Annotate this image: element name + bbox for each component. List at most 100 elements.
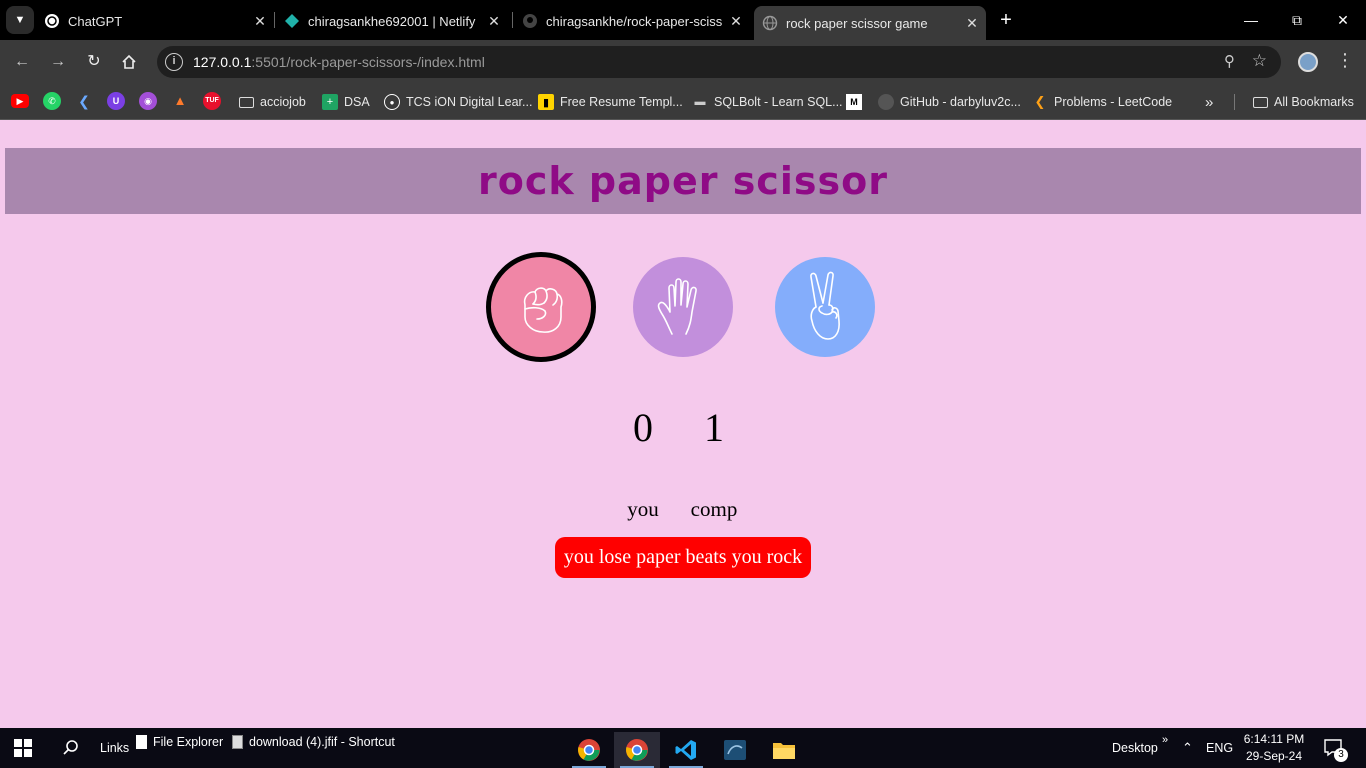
bookmark-tcs[interactable]: ● TCS iON Digital Lear... [384, 92, 532, 112]
reload-button[interactable]: ↻ [82, 50, 106, 74]
site-info-icon[interactable]: i [165, 53, 183, 71]
resume-icon: ▮ [538, 94, 554, 110]
choice-rock[interactable] [486, 252, 596, 362]
taskbar-file-explorer[interactable] [761, 732, 807, 768]
image-file-icon [232, 735, 243, 749]
tab-chatgpt[interactable]: ChatGPT ✕ [44, 6, 268, 36]
close-icon[interactable]: ✕ [728, 13, 744, 30]
close-window-button[interactable]: ✕ [1328, 8, 1358, 32]
minimize-icon: — [1244, 12, 1258, 28]
globe-icon [762, 15, 778, 31]
address-bar[interactable]: i 127.0.0.1:5501/rock-paper-scissors-/in… [157, 46, 1281, 78]
home-icon [122, 54, 136, 69]
tab-netlify[interactable]: chiragsankhe692001 | Netlify ✕ [284, 6, 502, 36]
close-icon[interactable]: ✕ [486, 13, 502, 30]
github-icon [522, 13, 538, 29]
medium-icon: M [846, 94, 862, 110]
chrome-icon [578, 739, 600, 761]
bookmark-medium[interactable]: M [846, 92, 868, 112]
all-bookmarks-button[interactable]: All Bookmarks [1252, 92, 1354, 112]
arrow-left-icon: ← [14, 53, 30, 70]
system-clock[interactable]: 6:14:11 PM 29-Sep-24 [1238, 731, 1310, 765]
zoom-icon[interactable]: ⚲ [1224, 52, 1235, 70]
bookmark-resume[interactable]: ▮ Free Resume Templ... [538, 92, 683, 112]
profile-avatar[interactable] [1298, 52, 1318, 72]
restore-icon: ⧉ [1292, 12, 1302, 28]
open-hand-icon [657, 278, 697, 335]
bookmark-label: GitHub - darbyluv2c... [900, 95, 1021, 109]
folder-icon [773, 743, 795, 759]
file-explorer-shortcut[interactable]: File Explorer [136, 722, 223, 762]
taskbar-mysql[interactable] [712, 732, 758, 768]
url-path: :5501/rock-paper-scissors-/index.html [251, 54, 485, 70]
mysql-workbench-icon [724, 740, 746, 760]
windows-taskbar: Links File Explorer download (4).jfif - … [0, 728, 1366, 768]
bookmark-label: Free Resume Templ... [560, 95, 683, 109]
bookmark-github[interactable]: GitHub - darbyluv2c... [878, 92, 1021, 112]
chatgpt-icon [44, 13, 60, 29]
more-bookmarks-button[interactable]: » [1205, 92, 1213, 112]
restore-button[interactable]: ⧉ [1282, 8, 1312, 32]
taskbar-vscode[interactable] [663, 732, 709, 768]
desktop-toolbar-expand[interactable]: » [1162, 720, 1168, 760]
close-icon: ✕ [1337, 12, 1349, 28]
user-score: 0 [633, 405, 653, 450]
bookmark-star-icon[interactable]: ☆ [1252, 51, 1267, 71]
choice-paper[interactable] [633, 257, 733, 357]
desktop-toolbar[interactable]: Desktop [1112, 728, 1158, 768]
tcs-icon: ● [384, 94, 400, 110]
download-shortcut[interactable]: download (4).jfif - Shortcut [232, 722, 395, 762]
bookmark-acciojob[interactable]: acciojob [238, 92, 306, 112]
home-button[interactable] [117, 50, 141, 74]
close-icon[interactable]: ✕ [252, 13, 268, 30]
tuf-icon[interactable]: TUF [203, 92, 221, 110]
k-icon[interactable]: ❮ [75, 92, 93, 110]
file-explorer-label: File Explorer [153, 735, 224, 749]
whatsapp-icon[interactable]: ✆ [43, 92, 61, 110]
taskbar-chrome-active[interactable] [614, 732, 660, 768]
bookmark-dsa[interactable]: + DSA [322, 92, 370, 112]
show-hidden-icons[interactable]: ⌃ [1182, 728, 1193, 768]
pepcoding-icon[interactable]: ▲ [171, 92, 189, 110]
search-button[interactable] [62, 728, 80, 768]
folder-icon [1252, 94, 1268, 110]
page-viewport: rock paper scissor 0 1 you comp you lose… [0, 121, 1366, 728]
tab-search-button[interactable]: ▼ [6, 6, 34, 34]
tab-title: chiragsankhe692001 | Netlify [308, 13, 476, 29]
url-text[interactable]: 127.0.0.1:5501/rock-paper-scissors-/inde… [193, 54, 485, 70]
tab-separator [274, 12, 275, 28]
start-button[interactable] [14, 728, 32, 768]
victory-hand-icon [810, 271, 840, 340]
u-icon[interactable]: U [107, 92, 125, 110]
new-tab-button[interactable]: + [996, 8, 1016, 32]
bookmark-leetcode[interactable]: ❮ Problems - LeetCode [1032, 92, 1173, 112]
close-icon[interactable]: ✕ [964, 15, 980, 32]
bookmark-label: SQLBolt - Learn SQL... [714, 95, 843, 109]
chevron-double-right-icon: » [1205, 93, 1214, 111]
search-icon [63, 740, 78, 755]
taskbar-chrome[interactable] [566, 732, 612, 768]
links-toolbar[interactable]: Links [100, 728, 129, 768]
tab-separator [512, 12, 513, 28]
choice-scissor[interactable] [775, 257, 875, 357]
database-icon: ▬ [694, 96, 706, 108]
code-icon[interactable]: ◉ [139, 92, 157, 110]
tab-rock-paper-scissor[interactable]: rock paper scissor game ✕ [754, 6, 986, 40]
youtube-icon[interactable]: ▶ [11, 94, 29, 108]
tab-github[interactable]: chiragsankhe/rock-paper-scisso ✕ [522, 6, 744, 36]
chevron-down-icon: ▼ [14, 14, 26, 26]
notifications-button[interactable]: 3 [1324, 728, 1348, 768]
forward-button[interactable]: → [46, 50, 70, 74]
bookmark-sqlbolt[interactable]: ▬ SQLBolt - Learn SQL... [692, 92, 843, 112]
bookmark-label: acciojob [260, 95, 306, 109]
browser-tab-bar: ▼ ChatGPT ✕ chiragsankhe692001 | Netlify… [0, 0, 1366, 40]
clock-date: 29-Sep-24 [1245, 749, 1303, 763]
browser-menu-icon[interactable]: ⋮ [1336, 50, 1354, 71]
bookmarks-bar: ▶ ✆ ❮ U ◉ ▲ TUF acciojob + DSA ● TCS iON… [0, 84, 1366, 120]
minimize-button[interactable]: — [1236, 8, 1266, 32]
language-indicator[interactable]: ENG [1206, 728, 1233, 768]
chevron-up-icon: ⌃ [1182, 740, 1193, 755]
leetcode-icon: ❮ [1034, 94, 1046, 109]
back-button[interactable]: ← [10, 50, 34, 74]
result-message: you lose paper beats you rock [555, 537, 811, 578]
